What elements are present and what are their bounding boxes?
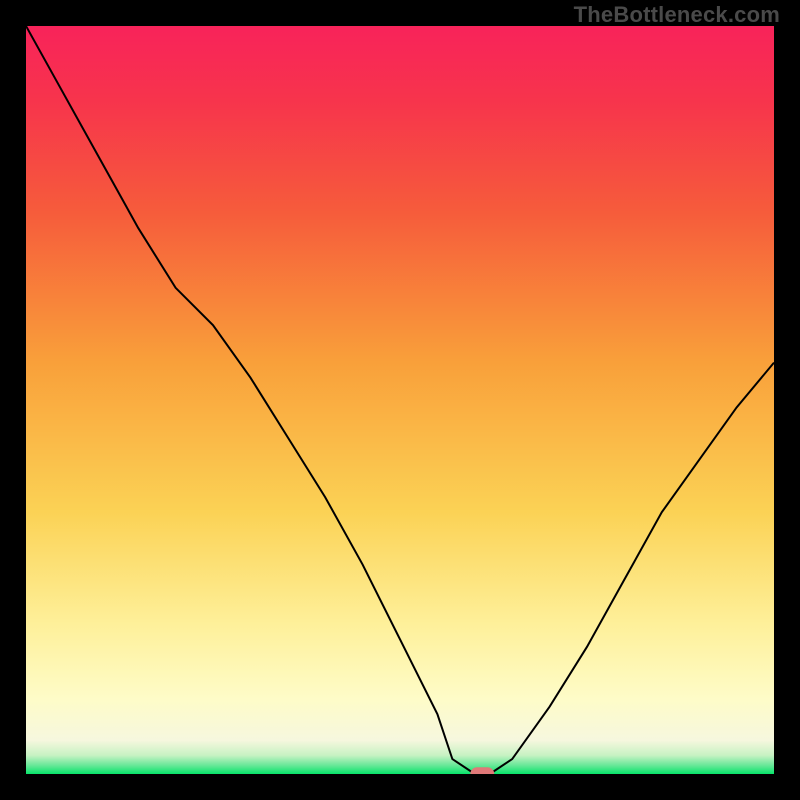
bottleneck-chart	[26, 26, 774, 774]
gradient-background	[26, 26, 774, 774]
watermark-text: TheBottleneck.com	[574, 2, 780, 28]
valley-marker	[470, 767, 494, 774]
chart-frame: TheBottleneck.com	[0, 0, 800, 800]
